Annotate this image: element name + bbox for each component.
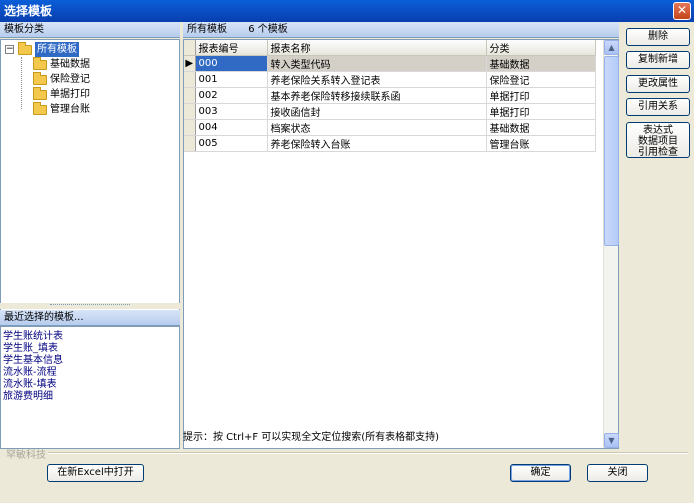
- template-grid: 报表编号 报表名称 分类 ▶ 000 转入类型代码 基础数据 001 养老保险关…: [184, 40, 604, 448]
- button-line: 数据项目: [638, 136, 678, 147]
- table-row[interactable]: 005 养老保险转入台账 管理台账: [184, 135, 596, 152]
- title-bar: 选择模板 ✕: [0, 0, 694, 22]
- tree-label-root: 所有模板: [35, 42, 79, 57]
- template-list-title: 所有模板: [187, 24, 227, 35]
- cell-category[interactable]: 基础数据: [486, 55, 596, 72]
- cell-report-no[interactable]: 001: [195, 71, 268, 88]
- category-tree: − 所有模板 基础数据 保险登记 单据打印 管理台账: [0, 39, 180, 325]
- recent-item[interactable]: 学生基本信息: [3, 355, 177, 367]
- recent-item[interactable]: 旅游费明细: [3, 391, 177, 403]
- table-header-row: 报表编号 报表名称 分类: [184, 40, 596, 56]
- recent-item[interactable]: 流水账-填表: [3, 379, 177, 391]
- tree-item-label: 单据打印: [50, 89, 90, 100]
- row-header: [184, 71, 196, 88]
- open-in-new-excel-button[interactable]: 在新Excel中打开: [47, 464, 144, 482]
- cell-report-no[interactable]: 005: [195, 135, 268, 152]
- button-line: 引用检查: [638, 147, 678, 158]
- current-row-indicator: ▶: [184, 55, 196, 72]
- cell-report-no[interactable]: 000: [195, 55, 268, 72]
- recent-item[interactable]: 学生账_填表: [3, 343, 177, 355]
- tree-item-management-ledger[interactable]: 管理台账: [3, 102, 177, 117]
- recent-templates-header: 最近选择的模板...: [0, 310, 180, 326]
- template-category-header: 模板分类: [0, 22, 180, 38]
- table-row[interactable]: 004 档案状态 基础数据: [184, 119, 596, 136]
- row-header: [184, 87, 196, 104]
- company-label: 罕敏科技: [6, 450, 46, 461]
- tree-item-basic-data[interactable]: 基础数据: [3, 57, 177, 72]
- tree-collapse-toggle[interactable]: −: [5, 45, 14, 54]
- copy-new-button[interactable]: 复制新增: [626, 51, 690, 69]
- tree-item-label: 管理台账: [50, 104, 90, 115]
- cell-report-name[interactable]: 养老保险关系转入登记表: [267, 71, 487, 88]
- expression-reference-check-button[interactable]: 表达式 数据项目 引用检查: [626, 122, 690, 158]
- delete-button[interactable]: 删除: [626, 28, 690, 46]
- button-line: 表达式: [643, 125, 673, 136]
- recent-templates-list: 学生账统计表 学生账_填表 学生基本信息 流水账-流程 流水账-填表 旅游费明细: [0, 326, 180, 449]
- cell-report-no[interactable]: 002: [195, 87, 268, 104]
- ok-button[interactable]: 确定: [510, 464, 571, 482]
- cell-report-name[interactable]: 基本养老保险转移接续联系函: [267, 87, 487, 104]
- row-header: [184, 103, 196, 120]
- template-grid-panel: 报表编号 报表名称 分类 ▶ 000 转入类型代码 基础数据 001 养老保险关…: [183, 39, 619, 449]
- cell-report-name[interactable]: 档案状态: [267, 119, 487, 136]
- tree-item-insurance-registration[interactable]: 保险登记: [3, 72, 177, 87]
- cell-report-name[interactable]: 转入类型代码: [267, 55, 487, 72]
- tree-item-label: 基础数据: [50, 59, 90, 70]
- table-row[interactable]: 003 接收函信封 单据打印: [184, 103, 596, 120]
- scroll-thumb[interactable]: [604, 56, 619, 246]
- window-title: 选择模板: [4, 4, 53, 18]
- table-row[interactable]: ▶ 000 转入类型代码 基础数据: [184, 55, 596, 72]
- column-header-report-name[interactable]: 报表名称: [267, 40, 487, 56]
- dialog-body: 模板分类 − 所有模板 基础数据 保险登记 单据打印 管理台账 最近选择的模板.…: [0, 22, 694, 503]
- cell-category[interactable]: 保险登记: [486, 71, 596, 88]
- recent-item[interactable]: 学生账统计表: [3, 331, 177, 343]
- tree-item-voucher-print[interactable]: 单据打印: [3, 87, 177, 102]
- scroll-up-icon[interactable]: ▲: [604, 40, 619, 55]
- splitter-grip[interactable]: [50, 304, 130, 307]
- tree-root-all-templates[interactable]: − 所有模板: [3, 42, 177, 57]
- column-header-report-no[interactable]: 报表编号: [195, 40, 268, 56]
- close-button[interactable]: 关闭: [587, 464, 648, 482]
- panel-splitter[interactable]: [0, 303, 180, 309]
- cell-report-no[interactable]: 003: [195, 103, 268, 120]
- folder-icon: [33, 57, 47, 70]
- reference-relations-button[interactable]: 引用关系: [626, 98, 690, 116]
- close-window-button[interactable]: ✕: [673, 2, 691, 20]
- cell-category[interactable]: 管理台账: [486, 135, 596, 152]
- cell-report-no[interactable]: 004: [195, 119, 268, 136]
- cell-report-name[interactable]: 养老保险转入台账: [267, 135, 487, 152]
- footer-divider: [48, 452, 688, 454]
- vertical-scrollbar[interactable]: ▲ ▼: [603, 40, 619, 448]
- template-table: 报表编号 报表名称 分类 ▶ 000 转入类型代码 基础数据 001 养老保险关…: [184, 40, 596, 152]
- row-header: [184, 135, 196, 152]
- row-header-corner: [184, 40, 196, 56]
- cell-category[interactable]: 单据打印: [486, 87, 596, 104]
- row-header: [184, 119, 196, 136]
- folder-open-icon: [18, 42, 32, 55]
- table-row[interactable]: 001 养老保险关系转入登记表 保险登记: [184, 71, 596, 88]
- cell-report-name[interactable]: 接收函信封: [267, 103, 487, 120]
- table-row[interactable]: 002 基本养老保险转移接续联系函 单据打印: [184, 87, 596, 104]
- column-header-category[interactable]: 分类: [486, 40, 596, 56]
- recent-item[interactable]: 流水账-流程: [3, 367, 177, 379]
- template-count: 6 个模板: [248, 24, 288, 35]
- cell-category[interactable]: 基础数据: [486, 119, 596, 136]
- folder-icon: [33, 87, 47, 100]
- folder-icon: [33, 102, 47, 115]
- folder-icon: [33, 72, 47, 85]
- search-hint: 提示：按 Ctrl+F 可以实现全文定位搜索(所有表格都支持): [183, 432, 440, 443]
- template-list-header: 所有模板 6 个模板: [183, 22, 619, 38]
- change-properties-button[interactable]: 更改属性: [626, 75, 690, 93]
- cell-category[interactable]: 单据打印: [486, 103, 596, 120]
- tree-item-label: 保险登记: [50, 74, 90, 85]
